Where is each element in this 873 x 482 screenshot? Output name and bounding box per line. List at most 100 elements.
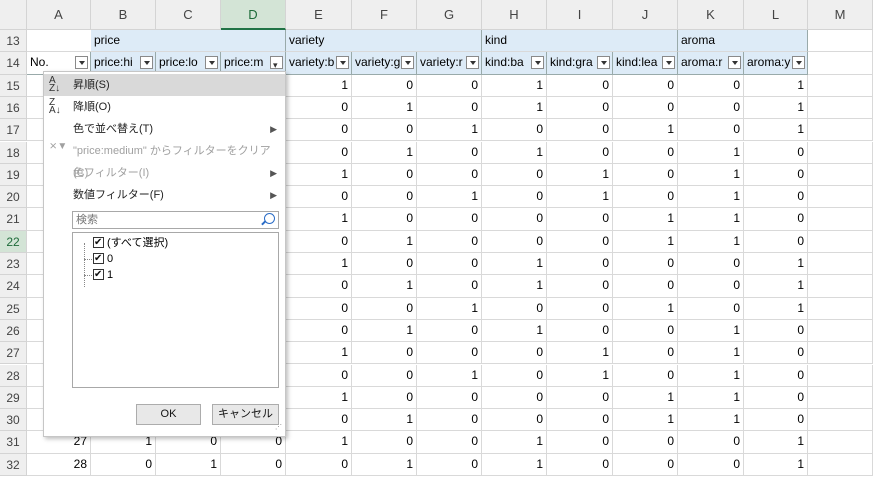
data-cell[interactable]: 0 [352, 431, 417, 454]
row-header-16[interactable]: 16 [0, 96, 27, 120]
data-cell[interactable]: 1 [547, 186, 613, 209]
data-cell[interactable]: 0 [547, 208, 613, 231]
data-cell[interactable] [808, 30, 873, 53]
filter-search-input[interactable]: 検索 [72, 211, 279, 229]
data-cell[interactable]: 1 [547, 342, 613, 365]
cell-row13-col1[interactable] [27, 30, 91, 53]
data-cell[interactable] [808, 253, 873, 276]
data-cell[interactable]: 0 [678, 297, 744, 320]
data-cell[interactable]: 0 [613, 319, 678, 343]
data-cell[interactable]: 1 [678, 364, 744, 387]
data-cell[interactable]: 0 [547, 275, 613, 298]
data-cell[interactable]: 1 [744, 453, 808, 476]
select-all-corner[interactable] [0, 0, 27, 30]
row-header-27[interactable]: 27 [0, 342, 27, 365]
cell-row13-col4[interactable] [221, 30, 286, 53]
row-header-24[interactable]: 24 [0, 275, 27, 298]
data-cell[interactable]: 0 [417, 409, 482, 432]
data-cell[interactable]: 0 [352, 208, 417, 231]
data-cell[interactable] [808, 96, 873, 120]
data-cell[interactable]: 0 [482, 208, 547, 231]
row-header-15[interactable]: 15 [0, 74, 27, 97]
data-cell[interactable]: 0 [547, 431, 613, 454]
data-cell[interactable]: 1 [482, 275, 547, 298]
data-cell[interactable]: 0 [417, 96, 482, 120]
data-cell[interactable]: 0 [352, 253, 417, 276]
data-cell[interactable]: 0 [417, 386, 482, 410]
data-cell[interactable]: 1 [352, 141, 417, 164]
data-cell[interactable]: 0 [613, 74, 678, 97]
data-cell[interactable]: 0 [286, 96, 352, 120]
data-cell[interactable]: 0 [417, 275, 482, 298]
column-header-F[interactable]: F [352, 0, 417, 30]
row-header-19[interactable]: 19 [0, 163, 27, 187]
filter-dropdown-icon[interactable] [336, 56, 349, 70]
data-cell[interactable]: 1 [482, 96, 547, 120]
row-header-21[interactable]: 21 [0, 208, 27, 231]
data-cell[interactable]: 0 [417, 342, 482, 365]
data-cell[interactable]: 0 [744, 230, 808, 253]
column-header-G[interactable]: G [417, 0, 482, 30]
data-cell[interactable]: 0 [417, 163, 482, 187]
data-cell[interactable]: 1 [417, 119, 482, 142]
checkbox-checked[interactable] [93, 251, 104, 267]
data-cell[interactable]: 1 [286, 74, 352, 97]
cancel-button[interactable]: キャンセル [212, 404, 279, 425]
data-cell[interactable]: 0 [352, 386, 417, 410]
data-cell[interactable] [808, 119, 873, 142]
data-cell[interactable]: 0 [744, 141, 808, 164]
data-cell[interactable] [808, 141, 873, 164]
data-cell[interactable]: 0 [547, 453, 613, 476]
row-header-29[interactable]: 29 [0, 386, 27, 410]
data-cell[interactable]: 0 [744, 386, 808, 410]
data-cell[interactable]: 1 [352, 96, 417, 120]
data-cell[interactable] [808, 342, 873, 365]
filter-dropdown-icon[interactable] [597, 56, 610, 70]
data-cell[interactable]: 0 [678, 275, 744, 298]
row-header-20[interactable]: 20 [0, 186, 27, 209]
cell-row13-col7[interactable] [417, 30, 482, 53]
data-cell[interactable]: 1 [613, 208, 678, 231]
row-header-23[interactable]: 23 [0, 253, 27, 276]
data-cell[interactable]: 0 [482, 119, 547, 142]
data-cell[interactable]: 1 [482, 141, 547, 164]
filter-active-icon[interactable] [270, 55, 283, 74]
filter-dropdown-icon[interactable] [531, 56, 544, 70]
row-header-31[interactable]: 31 [0, 431, 27, 454]
data-cell[interactable]: 1 [352, 319, 417, 343]
data-cell[interactable]: 1 [678, 186, 744, 209]
data-cell[interactable]: 0 [286, 230, 352, 253]
data-cell[interactable]: 0 [482, 364, 547, 387]
data-cell[interactable]: 0 [417, 319, 482, 343]
data-cell[interactable]: 1 [678, 230, 744, 253]
header-cell-11[interactable]: aroma:r [678, 52, 744, 75]
column-header-K[interactable]: K [678, 0, 744, 30]
data-cell[interactable]: 0 [286, 275, 352, 298]
data-cell[interactable]: 0 [547, 319, 613, 343]
data-cell[interactable]: 0 [744, 409, 808, 432]
data-cell[interactable]: 0 [417, 230, 482, 253]
data-cell[interactable]: 0 [744, 342, 808, 365]
header-cell-8[interactable]: kind:ba [482, 52, 547, 75]
data-cell[interactable]: 1 [547, 163, 613, 187]
color-filter-item[interactable]: 色フィルター(I) ▶ [44, 162, 285, 184]
data-cell[interactable]: 0 [744, 319, 808, 343]
data-cell[interactable]: 1 [613, 409, 678, 432]
header-cell-5[interactable]: variety:b [286, 52, 352, 75]
resize-grip-icon[interactable]: ⋰ [275, 424, 283, 434]
filter-dropdown-icon[interactable] [466, 56, 479, 70]
filter-dropdown-icon[interactable] [792, 56, 805, 70]
data-cell[interactable]: 1 [482, 74, 547, 97]
filter-dropdown-icon[interactable] [728, 56, 741, 70]
data-cell[interactable]: 0 [547, 230, 613, 253]
data-cell[interactable] [808, 186, 873, 209]
data-cell[interactable] [808, 275, 873, 298]
data-cell[interactable]: 1 [613, 297, 678, 320]
data-cell[interactable]: 0 [547, 409, 613, 432]
data-cell[interactable]: 0 [613, 141, 678, 164]
data-cell[interactable]: 0 [744, 364, 808, 387]
row-header-18[interactable]: 18 [0, 141, 27, 164]
column-header-L[interactable]: L [744, 0, 808, 30]
data-cell[interactable] [808, 319, 873, 343]
filter-dropdown-icon[interactable] [662, 56, 675, 70]
